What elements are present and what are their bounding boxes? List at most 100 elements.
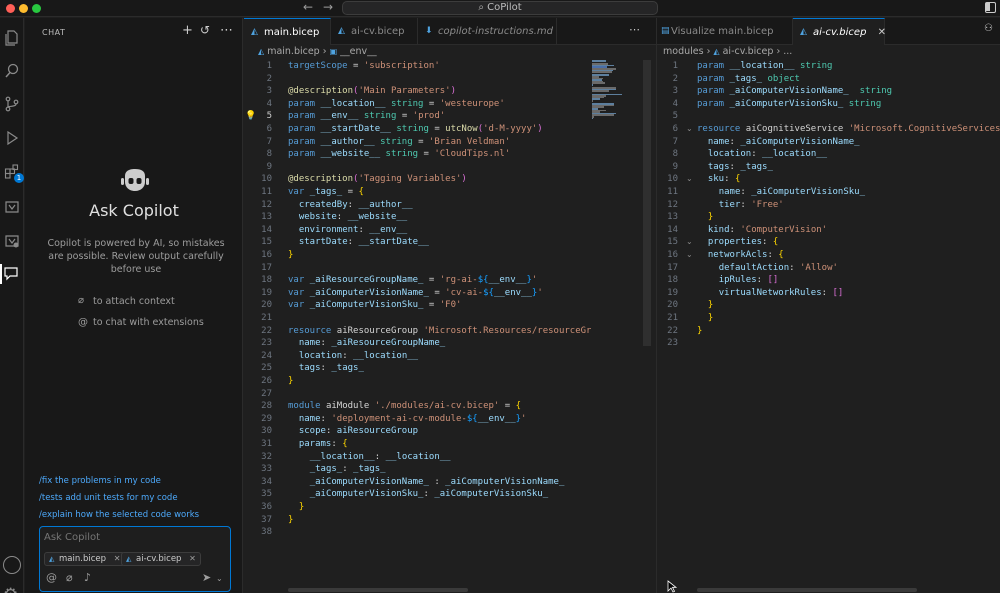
minimap[interactable] [592, 60, 624, 120]
suggestion-tests[interactable]: /tests add unit tests for my code [39, 493, 178, 503]
code-line: @description('Tagging Variables') [288, 174, 467, 185]
vertical-scrollbar[interactable] [643, 60, 651, 346]
command-center[interactable]: ⌕ CoPilot [342, 1, 658, 15]
code-line: networkAcls: { [707, 250, 784, 260]
run-debug-icon[interactable] [2, 128, 22, 148]
line-number: 38 [261, 527, 272, 538]
toggle-sidebar-icon[interactable] [985, 2, 996, 13]
code-editor-main[interactable]: targetScope = 'subscription' @description… [288, 60, 591, 580]
line-number: 27 [261, 388, 272, 399]
at-mention-icon[interactable]: @ [46, 571, 57, 584]
close-icon[interactable]: ✕ [114, 554, 121, 563]
line-number: 30 [261, 426, 272, 437]
paperclip-icon[interactable]: ⌀ [66, 571, 73, 584]
gear-icon[interactable]: ⚙ [3, 586, 18, 593]
code-line: location: __location__ [298, 350, 419, 361]
code-line: name: 'deployment-ai-cv-module-${__env__… [298, 413, 527, 424]
horizontal-scrollbar[interactable] [288, 588, 468, 592]
source-control-icon[interactable] [2, 94, 22, 114]
attachment-chip[interactable]: ◭ ai-cv.bicep ✕ [121, 552, 201, 566]
close-icon[interactable]: ✕ [189, 554, 196, 563]
breadcrumb-item[interactable]: main.bicep [267, 46, 320, 57]
code-line: scope: aiResourceGroup [298, 426, 419, 437]
fold-chevron-icon[interactable]: ⌄ [686, 174, 693, 183]
forward-arrow-icon[interactable]: → [323, 0, 333, 14]
more-actions-icon[interactable]: ⋯ [220, 23, 233, 38]
chat-icon[interactable] [0, 264, 20, 284]
line-number: 22 [667, 325, 678, 336]
azure-deploy-icon[interactable] [2, 231, 22, 251]
search-icon[interactable] [2, 61, 22, 81]
line-number: 11 [261, 187, 272, 197]
new-chat-icon[interactable]: + [182, 23, 193, 38]
code-line: param __env__ string = 'prod' [288, 111, 446, 122]
tab-ai-cv-bicep[interactable]: ◭ ai-cv.bicep ✕ [793, 18, 886, 45]
code-line: _aiComputerVisionName_ : _aiComputerVisi… [309, 476, 565, 487]
back-arrow-icon[interactable]: ← [303, 0, 313, 14]
line-number: 35 [261, 489, 272, 500]
line-number: 15 [261, 237, 272, 248]
code-line: sku: { [707, 174, 741, 185]
fold-chevron-icon[interactable]: ⌄ [686, 237, 693, 246]
account-icon[interactable] [3, 556, 21, 574]
chevron-down-icon[interactable]: ⌄ [216, 574, 223, 583]
code-line: resource aiCognitiveService 'Microsoft.C… [697, 124, 1000, 134]
breadcrumb-item[interactable]: __env__ [340, 46, 377, 57]
line-number: 10 [667, 174, 678, 185]
line-number: 3 [672, 86, 678, 97]
code-line: name: _aiComputerVisionName_ [707, 136, 860, 147]
tab-main-bicep[interactable]: ◭ main.bicep [244, 18, 331, 45]
line-number: 3 [266, 86, 272, 97]
window-title: CoPilot [487, 2, 522, 13]
line-number: 31 [261, 439, 272, 449]
bicep-file-icon: ◭ [258, 47, 265, 56]
code-line: name: _aiComputerVisionSku_ [718, 187, 866, 197]
tab-label: copilot-instructions.md [438, 26, 553, 37]
minimap-line [592, 84, 593, 86]
more-actions-icon[interactable]: ⋯ [629, 23, 640, 36]
attachment-chip[interactable]: ◭ main.bicep ✕ [44, 552, 126, 566]
chat-input-box[interactable]: ◭ main.bicep ✕ ◭ ai-cv.bicep ✕ @ ⌀ ♪ ➤ ⌄ [39, 526, 231, 592]
fold-chevron-icon[interactable]: ⌄ [686, 250, 693, 259]
code-line: var _aiResourceGroupName_ = 'rg-ai-${__e… [288, 275, 538, 286]
title-bar: ← → ⌕ CoPilot [0, 0, 1000, 17]
code-line: } [707, 212, 714, 223]
code-line: param _aiComputerVisionName_ string [697, 86, 893, 97]
split-editor-icon[interactable]: ⚇ [984, 23, 993, 34]
breadcrumb-item[interactable]: modules [663, 46, 704, 57]
extensions-icon[interactable]: 1 [2, 162, 24, 183]
line-number: 14 [261, 224, 272, 235]
window-minimize-button[interactable] [19, 4, 28, 13]
breadcrumb-item[interactable]: ... [783, 46, 792, 57]
code-line: environment: __env__ [298, 224, 408, 235]
line-number: 9 [266, 161, 272, 172]
code-line: virtualNetworkRules: [] [718, 287, 844, 298]
code-line: name: _aiResourceGroupName_ [298, 338, 446, 349]
send-icon[interactable]: ➤ [202, 571, 211, 584]
suggestion-fix[interactable]: /fix the problems in my code [39, 476, 161, 486]
tab-label: Visualize main.bicep [671, 26, 774, 37]
breadcrumb-item[interactable]: ai-cv.bicep [723, 46, 774, 57]
explorer-icon[interactable] [2, 28, 22, 48]
tab-visualize-main[interactable]: ▤ Visualize main.bicep [657, 18, 793, 45]
code-line: defaultAction: 'Allow' [718, 262, 838, 273]
line-number: 17 [261, 262, 272, 273]
window-close-button[interactable] [6, 4, 15, 13]
tab-ai-cv-bicep[interactable]: ◭ ai-cv.bicep [331, 18, 418, 45]
microphone-icon[interactable]: ♪ [84, 571, 91, 584]
code-line: location: __location__ [707, 149, 828, 160]
fold-chevron-icon[interactable]: ⌄ [686, 124, 693, 133]
history-icon[interactable]: ↺ [200, 23, 210, 37]
suggestion-explain[interactable]: /explain how the selected code works [39, 510, 199, 520]
close-icon[interactable]: ✕ [878, 27, 886, 38]
code-line: } [707, 300, 714, 311]
line-number: 18 [261, 275, 272, 286]
tab-copilot-instructions[interactable]: ⬇ copilot-instructions.md [418, 18, 557, 45]
chat-input[interactable] [44, 532, 224, 543]
window-maximize-button[interactable] [32, 4, 41, 13]
code-line: param _aiComputerVisionSku_ string [697, 98, 882, 109]
horizontal-scrollbar[interactable] [697, 588, 917, 592]
code-line: __location__: __location__ [309, 451, 451, 462]
azure-icon[interactable] [2, 197, 22, 217]
code-editor-ai-cv[interactable]: param __location__ string param _tags_ ob… [697, 60, 1000, 580]
